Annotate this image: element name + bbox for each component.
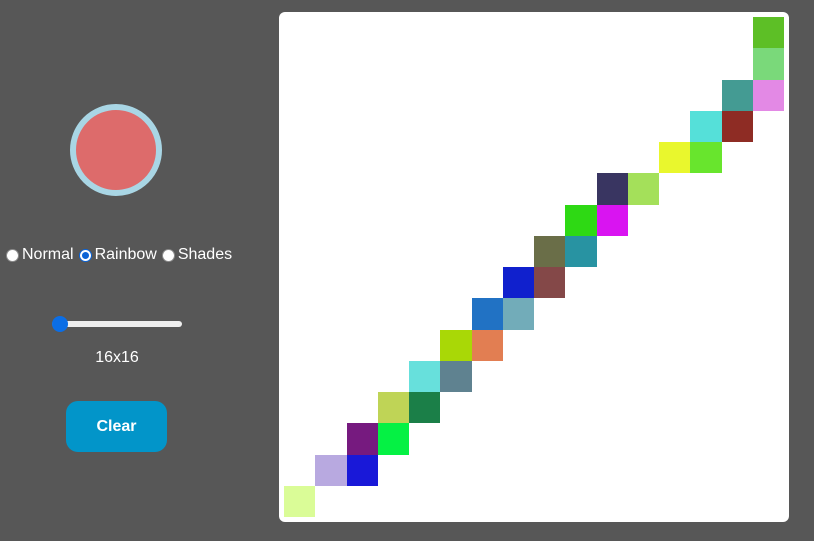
canvas-cell[interactable] xyxy=(409,360,441,392)
canvas-cell[interactable] xyxy=(659,142,691,174)
canvas-cell[interactable] xyxy=(534,235,566,267)
canvas-cell[interactable] xyxy=(690,110,722,142)
canvas-cell[interactable] xyxy=(377,392,409,424)
canvas-cell[interactable] xyxy=(721,79,753,111)
etch-a-sketch-app: Normal Rainbow Shades 16x16 Clear xyxy=(0,0,814,541)
canvas-cell[interactable] xyxy=(502,298,534,330)
controls-panel: Normal Rainbow Shades 16x16 Clear xyxy=(0,0,240,541)
canvas-cell[interactable] xyxy=(627,173,659,205)
color-picker[interactable] xyxy=(70,104,162,196)
canvas-cell[interactable] xyxy=(409,392,441,424)
canvas-cell[interactable] xyxy=(377,423,409,455)
canvas-cell[interactable] xyxy=(690,142,722,174)
mode-radio-group: Normal Rainbow Shades xyxy=(6,246,237,264)
radio-rainbow[interactable] xyxy=(78,248,92,262)
canvas-cell[interactable] xyxy=(502,267,534,299)
canvas-cell[interactable] xyxy=(346,423,378,455)
radio-normal[interactable] xyxy=(6,248,19,262)
canvas-cell[interactable] xyxy=(346,454,378,486)
canvas-cell[interactable] xyxy=(440,360,472,392)
canvas-cell[interactable] xyxy=(565,235,597,267)
canvas-cell[interactable] xyxy=(565,204,597,236)
canvas-cell[interactable] xyxy=(471,298,503,330)
mode-label-shades: Shades xyxy=(177,246,233,263)
canvas-grid[interactable] xyxy=(284,17,784,517)
canvas-cell[interactable] xyxy=(315,454,347,486)
grid-size-slider[interactable] xyxy=(52,316,182,332)
slider-thumb[interactable] xyxy=(52,316,68,332)
clear-button[interactable]: Clear xyxy=(66,401,167,452)
mode-label-normal: Normal xyxy=(22,246,74,263)
slider-track[interactable] xyxy=(52,321,182,327)
mode-option-normal[interactable]: Normal xyxy=(6,246,79,264)
grid-size-label: 16x16 xyxy=(95,349,139,366)
canvas-cell[interactable] xyxy=(752,17,784,49)
canvas-cell[interactable] xyxy=(534,267,566,299)
canvas-cell[interactable] xyxy=(596,204,628,236)
drawing-canvas[interactable] xyxy=(279,12,789,522)
canvas-cell[interactable] xyxy=(596,173,628,205)
canvas-cell[interactable] xyxy=(752,79,784,111)
mode-label-rainbow: Rainbow xyxy=(94,246,157,263)
canvas-cell[interactable] xyxy=(721,110,753,142)
canvas-cell[interactable] xyxy=(284,485,316,517)
mode-option-shades[interactable]: Shades xyxy=(161,246,237,264)
canvas-cell[interactable] xyxy=(471,329,503,361)
canvas-cell[interactable] xyxy=(752,48,784,80)
canvas-cell[interactable] xyxy=(440,329,472,361)
radio-shades[interactable] xyxy=(161,248,175,262)
mode-option-rainbow[interactable]: Rainbow xyxy=(78,246,162,264)
